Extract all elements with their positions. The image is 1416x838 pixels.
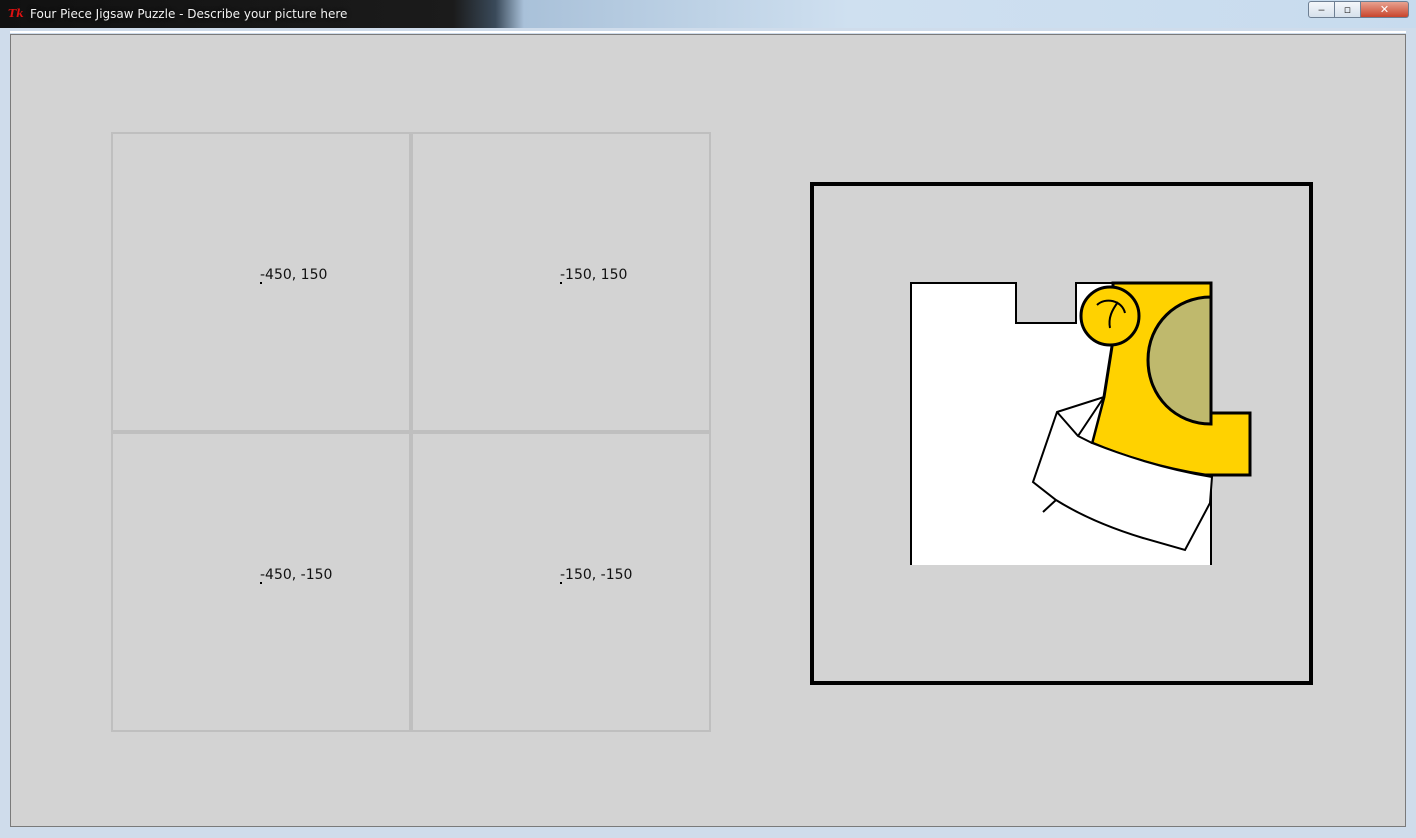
tk-feather-icon: Tk bbox=[8, 7, 24, 20]
grid-cell-bottom-right[interactable]: -150, -150 bbox=[411, 432, 711, 732]
window-title: Four Piece Jigsaw Puzzle - Describe your… bbox=[30, 7, 348, 21]
maximize-icon: ▫ bbox=[1343, 3, 1352, 16]
minimize-icon: ‒ bbox=[1318, 3, 1325, 16]
cell-coordinate-label: -450, -150 bbox=[260, 567, 333, 583]
grid-cell-top-right[interactable]: -150, 150 bbox=[411, 132, 711, 432]
cell-coordinate-label: -450, 150 bbox=[260, 267, 328, 283]
minimize-button[interactable]: ‒ bbox=[1308, 1, 1335, 18]
cell-coordinate-label: -150, 150 bbox=[560, 267, 628, 283]
frame-divider bbox=[10, 31, 1406, 33]
grid-cell-top-left[interactable]: -450, 150 bbox=[111, 132, 411, 432]
title-bar[interactable]: Tk Four Piece Jigsaw Puzzle - Describe y… bbox=[0, 0, 1416, 28]
cell-coordinate-label: -150, -150 bbox=[560, 567, 633, 583]
grid-cell-bottom-left[interactable]: -450, -150 bbox=[111, 432, 411, 732]
puzzle-piece[interactable] bbox=[900, 275, 1260, 565]
close-button[interactable]: ✕ bbox=[1361, 1, 1409, 18]
maximize-button[interactable]: ▫ bbox=[1335, 1, 1361, 18]
close-icon: ✕ bbox=[1379, 3, 1390, 16]
window-controls: ‒ ▫ ✕ bbox=[1308, 1, 1409, 20]
